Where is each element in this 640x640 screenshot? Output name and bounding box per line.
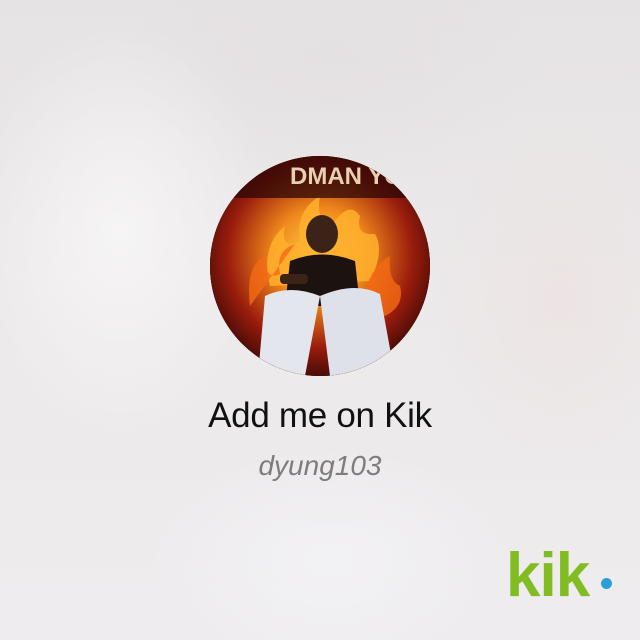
profile-avatar: DMAN YO	[210, 156, 430, 376]
kik-logo-text: kik	[506, 541, 590, 610]
page-title: Add me on Kik	[208, 396, 432, 435]
kik-logo-dot-icon	[601, 578, 612, 589]
kik-logo: kik	[506, 541, 616, 610]
username-label: dyung103	[258, 450, 382, 481]
avatar-image: DMAN YO	[210, 156, 430, 376]
